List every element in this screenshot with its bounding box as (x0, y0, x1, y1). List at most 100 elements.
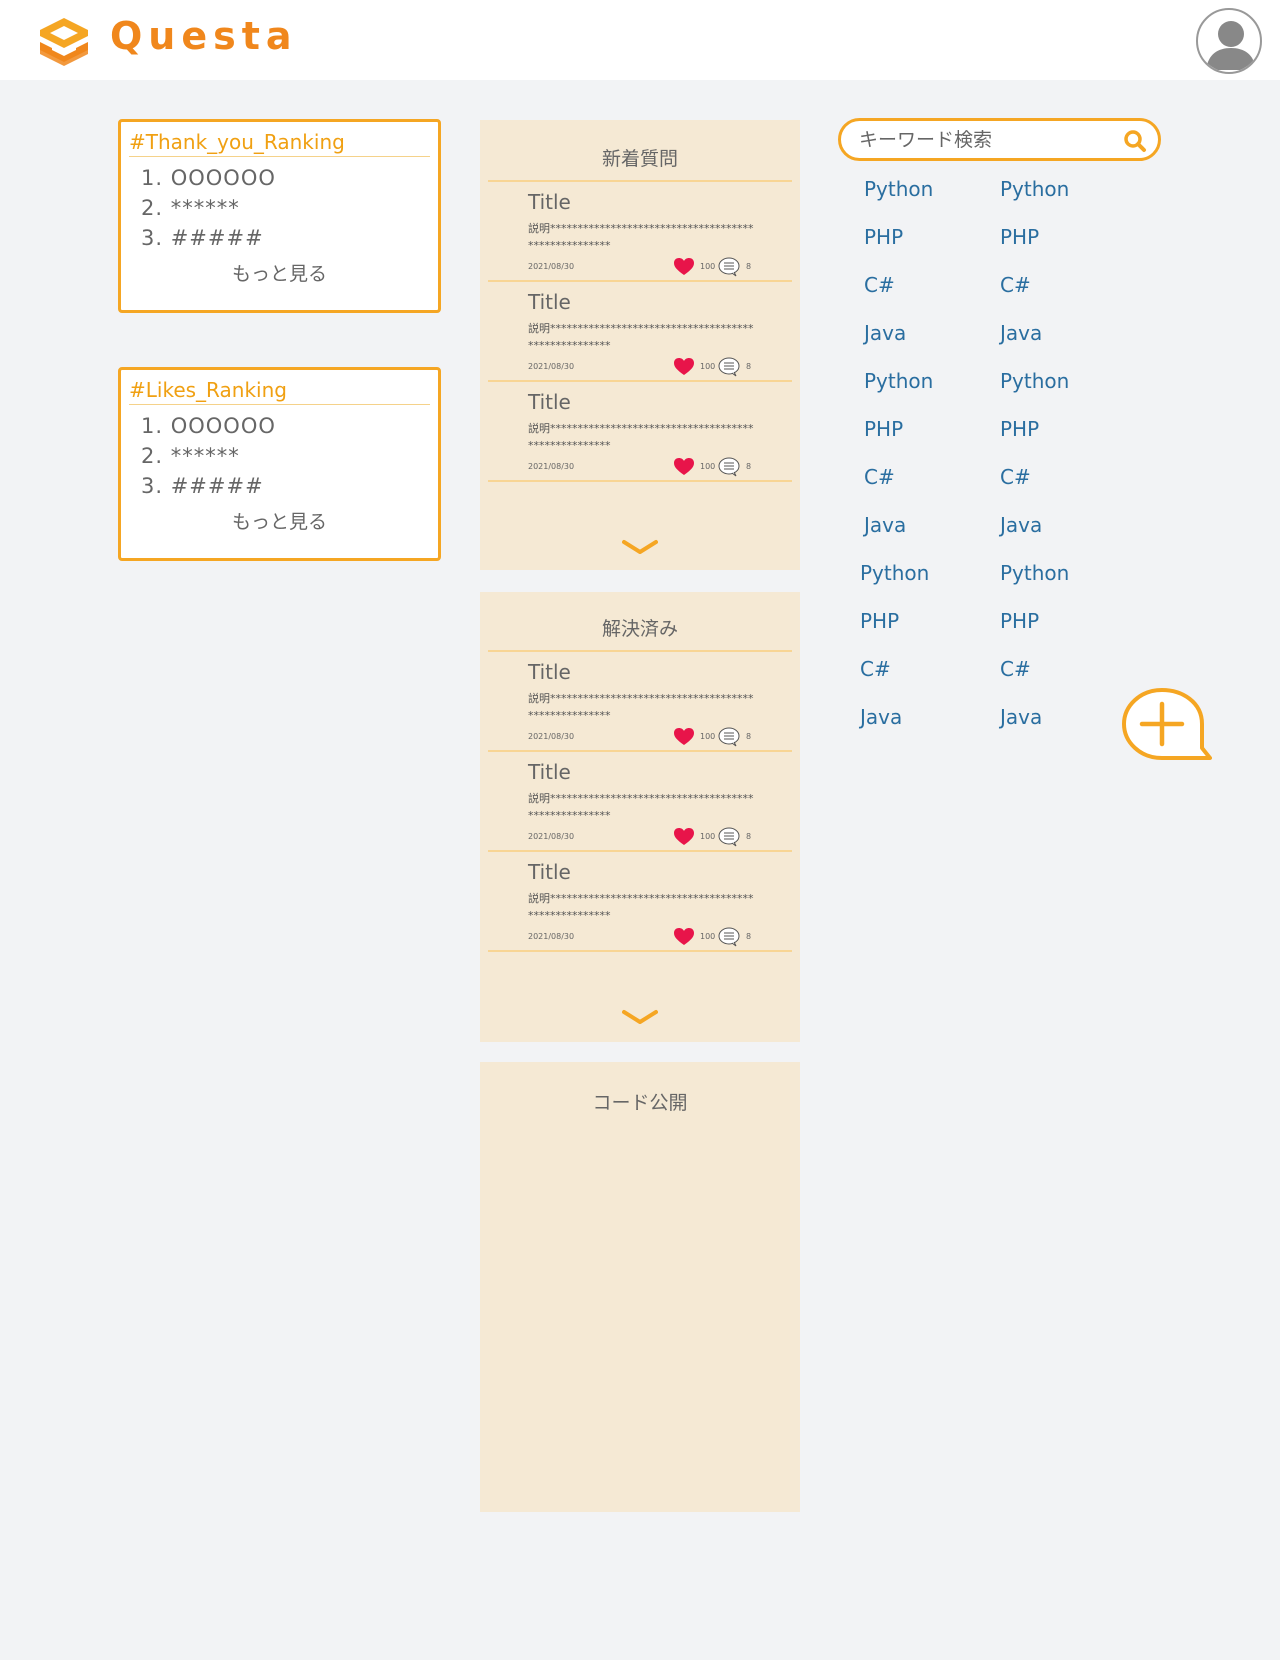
chevron-down-icon[interactable] (622, 538, 658, 556)
comment-icon[interactable] (718, 357, 740, 377)
comment-count: 8 (746, 732, 752, 741)
heart-icon[interactable] (674, 828, 694, 846)
new-questions-panel: 新着質問 Title 説明***************************… (480, 120, 800, 570)
tag-link[interactable]: Python (860, 561, 929, 585)
tag-link[interactable]: PHP (860, 609, 899, 633)
comment-icon[interactable] (718, 457, 740, 477)
comment-count: 8 (746, 262, 752, 271)
tag-link[interactable]: PHP (864, 417, 903, 441)
search-box (838, 118, 1161, 161)
tag-link[interactable]: C# (1000, 273, 1031, 297)
question-description: 説明**************************************… (528, 892, 754, 922)
likes-ranking-title: #Likes_Ranking (129, 378, 430, 405)
tag-link[interactable]: Python (1000, 561, 1069, 585)
solved-header: 解決済み (488, 592, 792, 652)
tag-link[interactable]: Java (860, 705, 902, 729)
question-description: 説明**************************************… (528, 792, 754, 822)
question-title[interactable]: Title (528, 190, 571, 214)
comment-icon[interactable] (718, 257, 740, 277)
question-item[interactable]: Title 説明********************************… (488, 852, 792, 952)
question-item[interactable]: Title 説明********************************… (488, 652, 792, 752)
user-avatar-icon[interactable] (1196, 8, 1262, 74)
tag-link[interactable]: PHP (864, 225, 903, 249)
tag-link[interactable]: Java (864, 321, 906, 345)
likes-ranking-list: 1. OOOOOO 2. ****** 3. ##### (141, 411, 438, 501)
comment-count: 8 (746, 932, 752, 941)
like-count: 100 (700, 362, 716, 371)
search-input[interactable] (859, 127, 1119, 153)
tag-link[interactable]: C# (860, 657, 891, 681)
question-date: 2021/08/30 (528, 932, 575, 941)
question-date: 2021/08/30 (528, 732, 575, 741)
question-item[interactable]: Title 説明********************************… (488, 182, 792, 282)
like-count: 100 (700, 462, 716, 471)
tag-link[interactable]: PHP (1000, 417, 1039, 441)
question-description: 説明**************************************… (528, 692, 754, 722)
code-public-panel: コード公開 (480, 1062, 800, 1512)
tag-link[interactable]: Java (864, 513, 906, 537)
heart-icon[interactable] (674, 258, 694, 276)
comment-count: 8 (746, 832, 752, 841)
like-count: 100 (700, 832, 716, 841)
ranking-item[interactable]: 3. ##### (141, 223, 438, 253)
chevron-down-icon[interactable] (622, 1008, 658, 1026)
thank-you-ranking-card: #Thank_you_Ranking 1. OOOOOO 2. ****** 3… (118, 119, 441, 313)
tag-link[interactable]: C# (1000, 465, 1031, 489)
comment-icon[interactable] (718, 827, 740, 847)
comment-count: 8 (746, 462, 752, 471)
question-title[interactable]: Title (528, 290, 571, 314)
ranking-item[interactable]: 3. ##### (141, 471, 438, 501)
comment-icon[interactable] (718, 927, 740, 947)
ranking-item[interactable]: 2. ****** (141, 193, 438, 223)
code-public-title: コード公開 (592, 1092, 688, 1114)
question-description: 説明**************************************… (528, 322, 754, 352)
tag-link[interactable]: PHP (1000, 225, 1039, 249)
question-date: 2021/08/30 (528, 262, 575, 271)
question-title[interactable]: Title (528, 660, 571, 684)
thank-you-ranking-more-link[interactable]: もっと見る (121, 259, 438, 286)
tag-link[interactable]: Python (1000, 369, 1069, 393)
tag-link[interactable]: Java (1000, 513, 1042, 537)
question-date: 2021/08/30 (528, 362, 575, 371)
question-item[interactable]: Title 説明********************************… (488, 752, 792, 852)
tag-link[interactable]: C# (864, 273, 895, 297)
question-title[interactable]: Title (528, 390, 571, 414)
comment-icon[interactable] (718, 727, 740, 747)
tag-link[interactable]: C# (1000, 657, 1031, 681)
tag-link[interactable]: Java (1000, 705, 1042, 729)
heart-icon[interactable] (674, 728, 694, 746)
tag-link[interactable]: Python (864, 177, 933, 201)
ranking-item[interactable]: 1. OOOOOO (141, 163, 438, 193)
thank-you-ranking-title: #Thank_you_Ranking (129, 130, 430, 157)
add-question-icon[interactable] (1122, 688, 1212, 764)
questa-logo-icon[interactable] (36, 14, 92, 70)
like-count: 100 (700, 262, 716, 271)
question-description: 説明**************************************… (528, 422, 754, 452)
heart-icon[interactable] (674, 358, 694, 376)
header: Questa (0, 0, 1280, 80)
question-title[interactable]: Title (528, 760, 571, 784)
question-item[interactable]: Title 説明********************************… (488, 282, 792, 382)
question-title[interactable]: Title (528, 860, 571, 884)
solved-title: 解決済み (601, 618, 678, 640)
question-date: 2021/08/30 (528, 832, 575, 841)
likes-ranking-card: #Likes_Ranking 1. OOOOOO 2. ****** 3. ##… (118, 367, 441, 561)
ranking-item[interactable]: 2. ****** (141, 441, 438, 471)
search-icon[interactable] (1122, 128, 1148, 154)
heart-icon[interactable] (674, 928, 694, 946)
question-date: 2021/08/30 (528, 462, 575, 471)
tag-link[interactable]: Java (1000, 321, 1042, 345)
ranking-item[interactable]: 1. OOOOOO (141, 411, 438, 441)
tag-link[interactable]: Python (864, 369, 933, 393)
tag-link[interactable]: Python (1000, 177, 1069, 201)
tag-link[interactable]: C# (864, 465, 895, 489)
like-count: 100 (700, 932, 716, 941)
thank-you-ranking-list: 1. OOOOOO 2. ****** 3. ##### (141, 163, 438, 253)
brand-name[interactable]: Questa (110, 14, 298, 58)
question-description: 説明**************************************… (528, 222, 754, 252)
likes-ranking-more-link[interactable]: もっと見る (121, 507, 438, 534)
tag-link[interactable]: PHP (1000, 609, 1039, 633)
heart-icon[interactable] (674, 458, 694, 476)
question-item[interactable]: Title 説明********************************… (488, 382, 792, 482)
solved-panel: 解決済み Title 説明***************************… (480, 592, 800, 1042)
